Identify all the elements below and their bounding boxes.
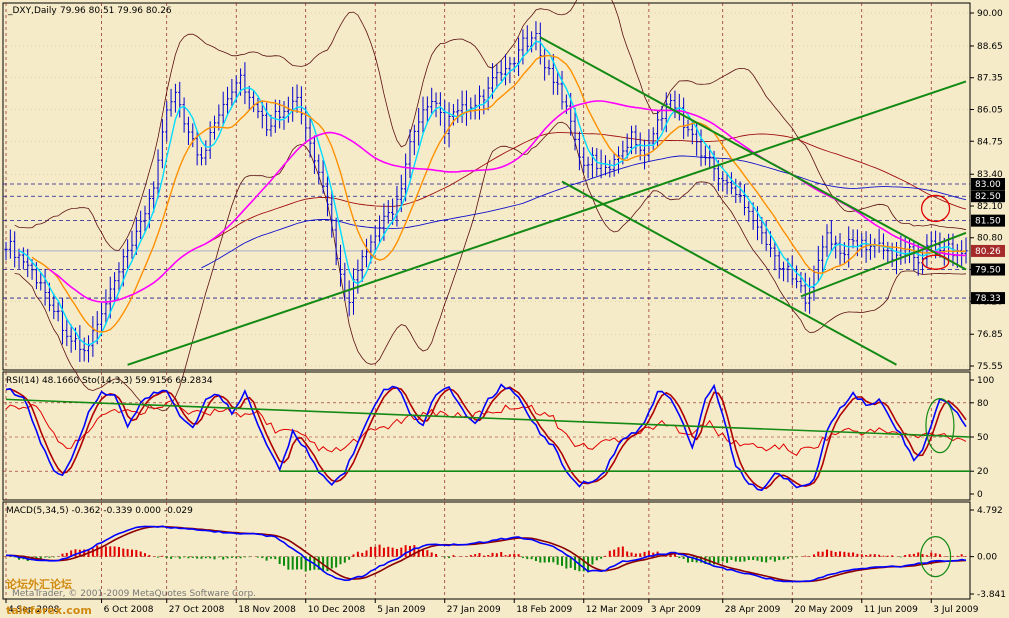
- date-label: 20 May 2009: [794, 605, 853, 615]
- level-tag-label: 80.26: [975, 247, 1001, 257]
- rsi-line: [5, 400, 967, 456]
- trendline-long-support: [127, 80, 967, 366]
- macd-tick-label: -3.841: [977, 590, 1006, 600]
- price-tick-label: 80.80: [977, 234, 1003, 244]
- bollinger-upper: [14, 0, 967, 251]
- date-label: 27 Oct 2008: [169, 605, 225, 615]
- price-tick-label: 88.65: [977, 42, 1003, 52]
- ma-long-red: [136, 132, 967, 294]
- price-tick-label: 84.75: [977, 137, 1003, 147]
- price-tick-label: 86.05: [977, 105, 1003, 115]
- rsi-highlight-circle: [925, 398, 955, 454]
- price-tick-label: 82.10: [977, 202, 1003, 212]
- highlight-circle-upper: [920, 194, 951, 223]
- level-tag-label: 83.00: [975, 180, 1001, 190]
- rsi-trendline: [5, 398, 971, 438]
- rsi-tick-label: 50: [977, 433, 989, 443]
- rsi-tick-label: 100: [977, 376, 994, 386]
- forex-chart: 90.00 88.65 87.35 86.05 84.75 83.40 82.10 80.80…: [0, 0, 1009, 618]
- watermark-site: talkforex.com: [6, 604, 92, 617]
- rsi-tick-label: 0: [977, 490, 983, 500]
- date-label: 3 Jul 2009: [933, 605, 978, 615]
- trendline-channel-top: [539, 36, 967, 271]
- price-tick-label: 90.00: [977, 9, 1003, 19]
- date-label: 6 Oct 2008: [104, 605, 154, 615]
- macd-panel: [2, 501, 971, 600]
- rsi-tick-label: 20: [977, 467, 989, 477]
- copyright-text: MetaTrader, © 2001-2009 MetaQuotes Softw…: [12, 589, 256, 599]
- price-tick-label: 87.35: [977, 74, 1003, 84]
- macd-tick-label: 0.00: [977, 553, 997, 563]
- rsi-tick-label: 80: [977, 399, 989, 409]
- date-label: 3 Apr 2009: [651, 605, 701, 615]
- level-tag-label: 81.50: [975, 217, 1001, 227]
- level-tag-label: 79.50: [975, 266, 1001, 276]
- date-label: 5 Jan 2009: [377, 605, 425, 615]
- stochastic-line: [5, 383, 967, 492]
- date-label: 11 Jun 2009: [864, 605, 918, 615]
- price-tick-label: 75.55: [977, 362, 1003, 372]
- bollinger-lower: [14, 121, 967, 412]
- date-label: 18 Feb 2009: [516, 605, 572, 615]
- price-panel: [2, 2, 971, 371]
- level-tag-label: 78.33: [975, 294, 1001, 304]
- chart-canvas: 90.0088.6587.3586.0584.7583.4082.1080.80…: [2, 0, 1006, 617]
- macd-title: MACD(5,34,5) -0.362 -0.339 0.000 -0.029: [6, 506, 193, 516]
- date-label: 18 Nov 2008: [238, 605, 296, 615]
- date-label: 27 Jan 2009: [447, 605, 501, 615]
- date-label: 12 Mar 2009: [586, 605, 643, 615]
- ma-slow: [48, 100, 967, 303]
- level-tag-label: 82.50: [975, 192, 1001, 202]
- price-tick-label: 76.85: [977, 330, 1003, 340]
- macd-tick-label: 4.792: [977, 506, 1003, 516]
- date-label: 10 Dec 2008: [308, 605, 366, 615]
- price-ohlc: 79.96 80.51 79.96 80.26: [60, 6, 172, 16]
- date-label: 28 Apr 2009: [725, 605, 781, 615]
- rsi-title: RSI(14) 48.1660 Sto(14,3,3) 59.9156 69.2…: [6, 376, 213, 386]
- price-title: _DXY,Daily: [7, 6, 57, 16]
